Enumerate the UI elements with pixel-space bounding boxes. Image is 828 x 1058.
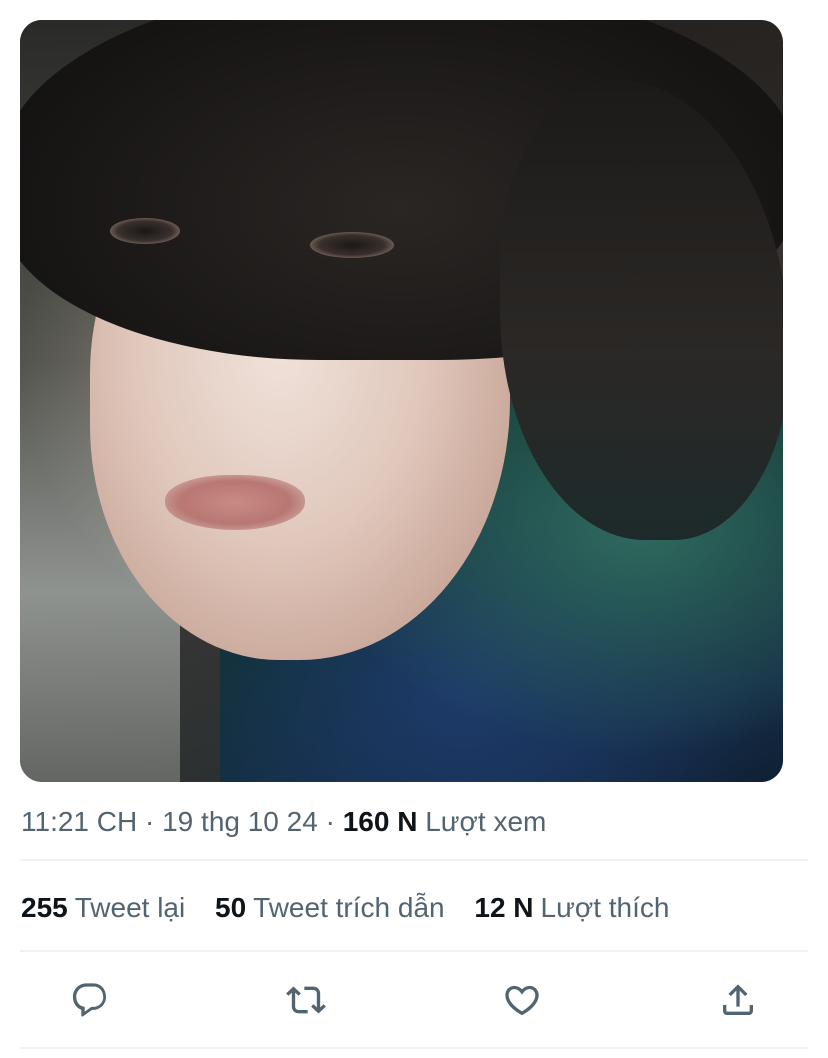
quote-tweets-stat[interactable]: 50 Tweet trích dẫn xyxy=(215,890,445,926)
retweet-icon xyxy=(286,986,326,1014)
likes-count: 12 N xyxy=(474,892,534,923)
share-icon xyxy=(723,984,753,1015)
reply-icon xyxy=(72,983,107,1017)
photo-eye xyxy=(310,232,394,258)
meta-separator: · xyxy=(325,806,335,837)
reply-button[interactable] xyxy=(66,976,114,1024)
retweets-label: Tweet lại xyxy=(74,892,186,923)
photo-eye xyxy=(110,218,180,244)
share-button[interactable] xyxy=(714,976,762,1024)
retweets-count: 255 xyxy=(21,892,68,923)
tweet-detail: 11:21 CH · 19 thg 10 24 · 160 N Lượt xem… xyxy=(0,0,828,1058)
meta-separator: · xyxy=(145,806,155,837)
tweet-stats: 255 Tweet lại 50 Tweet trích dẫn 12 N Lượt … xyxy=(21,890,691,926)
quote-tweets-label: Tweet trích dẫn xyxy=(253,892,445,923)
photo-lips xyxy=(165,475,305,530)
tweet-date[interactable]: 19 thg 10 24 xyxy=(162,806,318,837)
retweet-button[interactable] xyxy=(282,976,330,1024)
tweet-time[interactable]: 11:21 CH xyxy=(21,806,137,837)
tweet-meta: 11:21 CH · 19 thg 10 24 · 160 N Lượt xem xyxy=(21,804,546,840)
likes-label: Lượt thích xyxy=(540,892,670,923)
like-icon xyxy=(505,985,539,1016)
divider xyxy=(20,859,808,861)
views-count: 160 N xyxy=(342,806,418,837)
quote-tweets-count: 50 xyxy=(215,892,247,923)
views-label: Lượt xem xyxy=(425,806,547,837)
retweets-stat[interactable]: 255 Tweet lại xyxy=(21,890,185,926)
tweet-photo[interactable] xyxy=(20,20,783,782)
likes-stat[interactable]: 12 N Lượt thích xyxy=(474,890,669,926)
like-button[interactable] xyxy=(498,976,546,1024)
divider xyxy=(20,1047,808,1049)
divider xyxy=(20,950,808,952)
